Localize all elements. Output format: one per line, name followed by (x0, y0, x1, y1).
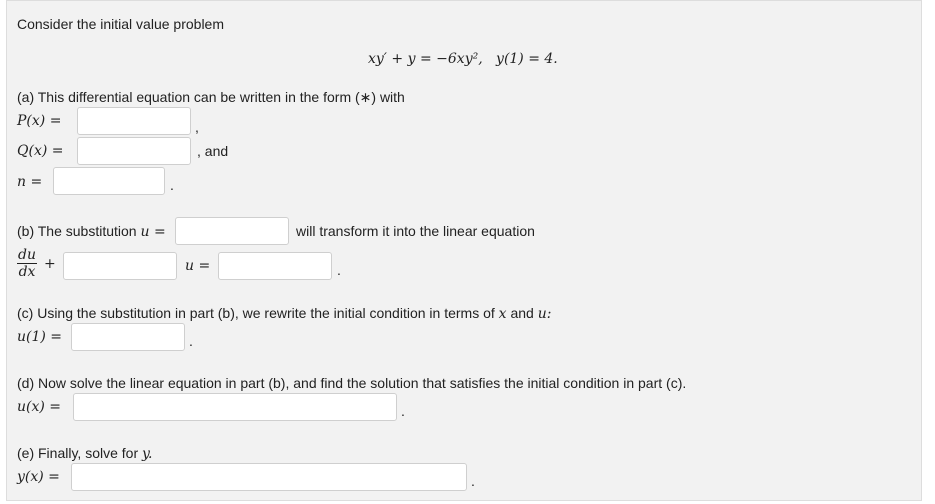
yx-input[interactable] (71, 463, 467, 491)
frac-numerator: du (17, 247, 37, 264)
intro-text: Consider the initial value problem (17, 16, 224, 32)
p-input[interactable] (77, 107, 191, 135)
and-text: , and (197, 143, 229, 159)
period-after-n: . (170, 177, 174, 193)
problem-panel: Consider the initial value problem xy′ +… (6, 0, 922, 501)
part-c-var-u: u: (537, 306, 552, 322)
n-label: n = (17, 174, 43, 190)
u1-input[interactable] (71, 323, 185, 351)
u1-label: u(1) = (17, 329, 63, 345)
part-a-text: (a) This differential equation can be wr… (17, 89, 405, 105)
q-input[interactable] (77, 137, 191, 165)
equation-lhs: xy′ + y = −6xy², (368, 51, 483, 67)
part-e-var-y: y. (142, 446, 153, 462)
period-after-yx: . (471, 473, 475, 489)
part-c-text: (c) Using the substitution in part (b), … (17, 305, 551, 322)
yx-label: y(x) = (17, 469, 60, 485)
frac-denominator: dx (18, 264, 36, 280)
comma-after-p: , (195, 119, 199, 135)
part-c-lead: (c) Using the substitution in part (b), … (17, 305, 495, 321)
part-c-and: and (510, 305, 534, 321)
main-equation: xy′ + y = −6xy², y(1) = 4. (368, 51, 558, 67)
u-equals-label: u = (185, 258, 211, 274)
plus-sign: + (44, 256, 56, 272)
equation-initial-condition: y(1) = 4. (496, 51, 558, 67)
substitution-input[interactable] (175, 217, 289, 245)
p-label: P(x) = (17, 113, 62, 129)
linear-coefficient-input[interactable] (63, 252, 177, 280)
part-d-text: (d) Now solve the linear equation in par… (17, 375, 687, 391)
part-e-text: (e) Finally, solve for y. (17, 445, 153, 462)
part-b-u-label: u = (140, 224, 166, 240)
part-b-text: (b) The substitution u = (17, 223, 166, 240)
linear-rhs-input[interactable] (218, 252, 332, 280)
period-after-ux: . (401, 403, 405, 419)
period-after-linear: . (337, 262, 341, 278)
du-dx-fraction: du dx (17, 247, 37, 280)
part-c-var-x: x (498, 306, 507, 322)
part-e-lead: (e) Finally, solve for (17, 445, 139, 461)
ux-input[interactable] (73, 393, 397, 421)
n-input[interactable] (53, 167, 165, 195)
ux-label: u(x) = (17, 399, 62, 415)
q-label: Q(x) = (17, 143, 64, 159)
part-b-after-text: will transform it into the linear equati… (296, 223, 535, 239)
part-b-lead: (b) The substitution (17, 223, 137, 239)
period-after-u1: . (189, 333, 193, 349)
